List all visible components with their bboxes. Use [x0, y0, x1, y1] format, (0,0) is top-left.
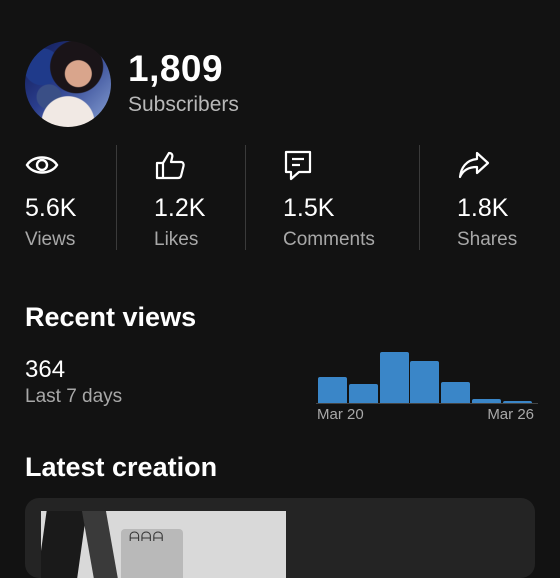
- subscriber-count: 1,809: [128, 48, 224, 89]
- stat-value: 1.2K: [154, 194, 206, 222]
- stat-label: Views: [25, 229, 76, 250]
- subscriber-block: 1,809 Subscribers: [128, 49, 239, 119]
- stat-label: Comments: [283, 229, 375, 250]
- recent-views-count: 364: [25, 356, 66, 383]
- profile-header: 1,809 Subscribers: [25, 40, 239, 128]
- divider: [419, 145, 420, 250]
- chart-bar: [472, 398, 501, 403]
- chart-bar: [410, 361, 440, 403]
- divider: [116, 145, 117, 250]
- subscriber-label: Subscribers: [128, 93, 239, 116]
- video-thumbnail[interactable]: ᗩᗩᗩ: [41, 511, 286, 578]
- chart-bar: [502, 401, 532, 403]
- eye-icon: [25, 145, 76, 185]
- chart-bar: [441, 382, 471, 403]
- latest-creation-card[interactable]: ᗩᗩᗩ: [25, 498, 535, 578]
- stat-value: 1.8K: [457, 194, 509, 222]
- thumbnail-text: ᗩᗩᗩ: [129, 529, 165, 544]
- thumbnail-shape: [41, 511, 87, 578]
- stat-views[interactable]: 5.6K Views: [25, 145, 76, 250]
- chart-bar: [348, 384, 378, 403]
- stat-likes[interactable]: 1.2K Likes: [154, 145, 205, 250]
- stat-shares[interactable]: 1.8K Shares: [457, 145, 517, 250]
- recent-views-title: Recent views: [25, 302, 197, 332]
- x-tick-label: Mar 20: [317, 406, 364, 423]
- comment-icon: [283, 145, 375, 185]
- stat-comments[interactable]: 1.5K Comments: [283, 145, 375, 250]
- stat-value: 1.5K: [283, 194, 335, 222]
- recent-views-chart[interactable]: Mar 20 Mar 26: [316, 346, 538, 426]
- thumbs-up-icon: [154, 145, 205, 185]
- stat-label: Likes: [154, 229, 199, 250]
- avatar[interactable]: [25, 41, 111, 127]
- x-tick-label: Mar 26: [487, 406, 534, 423]
- share-arrow-icon: [457, 145, 517, 185]
- stat-label: Shares: [457, 229, 518, 250]
- chart-bar: [318, 377, 347, 403]
- chart-bar: [379, 352, 409, 403]
- recent-views-period: Last 7 days: [25, 386, 123, 407]
- latest-creation-title: Latest creation: [25, 452, 218, 482]
- stat-value: 5.6K: [25, 194, 77, 222]
- divider: [245, 145, 246, 250]
- chart-baseline: [316, 403, 538, 404]
- thumbnail-shape: [81, 511, 121, 578]
- stats-row: 5.6K Views 1.2K Likes 1.5K Comments 1.8K…: [0, 145, 560, 250]
